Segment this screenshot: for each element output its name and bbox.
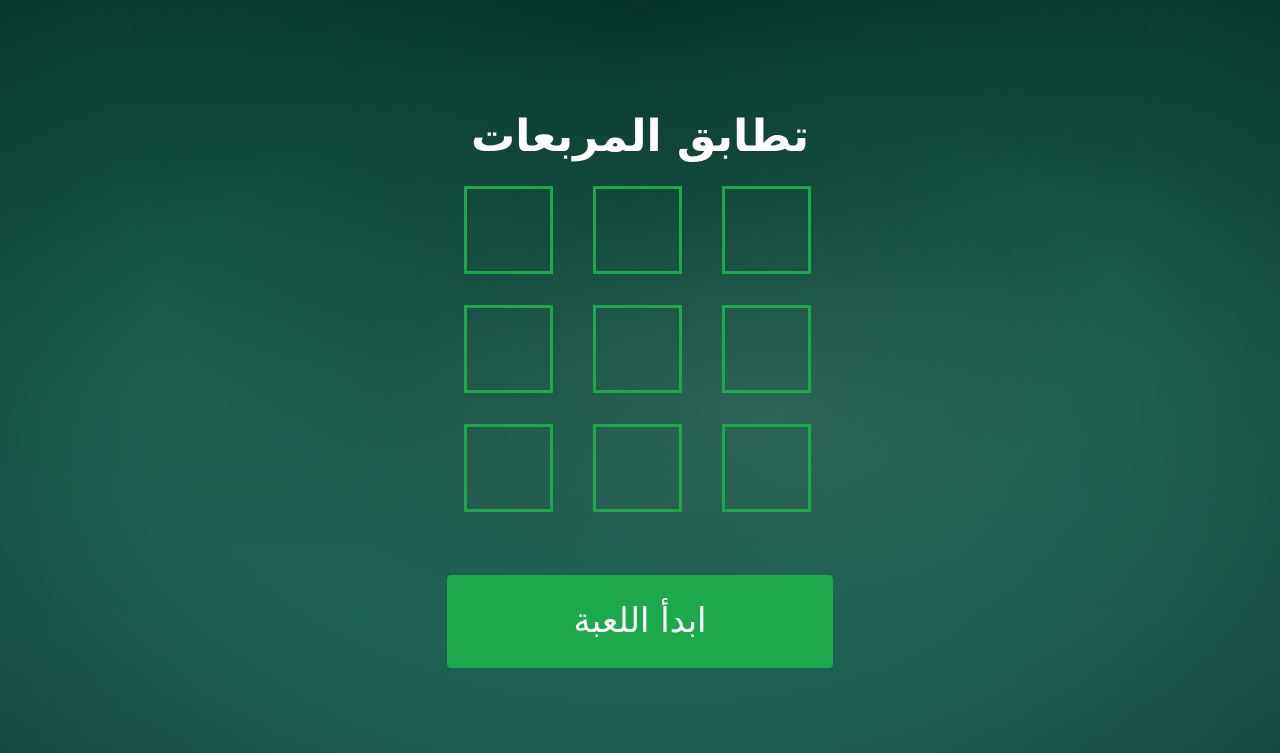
tile[interactable]	[722, 424, 811, 512]
tile[interactable]	[593, 305, 682, 393]
tile[interactable]	[464, 186, 553, 274]
tile-grid	[464, 186, 811, 512]
tile[interactable]	[464, 424, 553, 512]
game-title: تطابق المربعات	[471, 111, 809, 163]
tile[interactable]	[464, 305, 553, 393]
tile[interactable]	[722, 186, 811, 274]
tile[interactable]	[593, 186, 682, 274]
tile[interactable]	[593, 424, 682, 512]
tile[interactable]	[722, 305, 811, 393]
start-game-button[interactable]: ابدأ اللعبة	[447, 575, 833, 668]
